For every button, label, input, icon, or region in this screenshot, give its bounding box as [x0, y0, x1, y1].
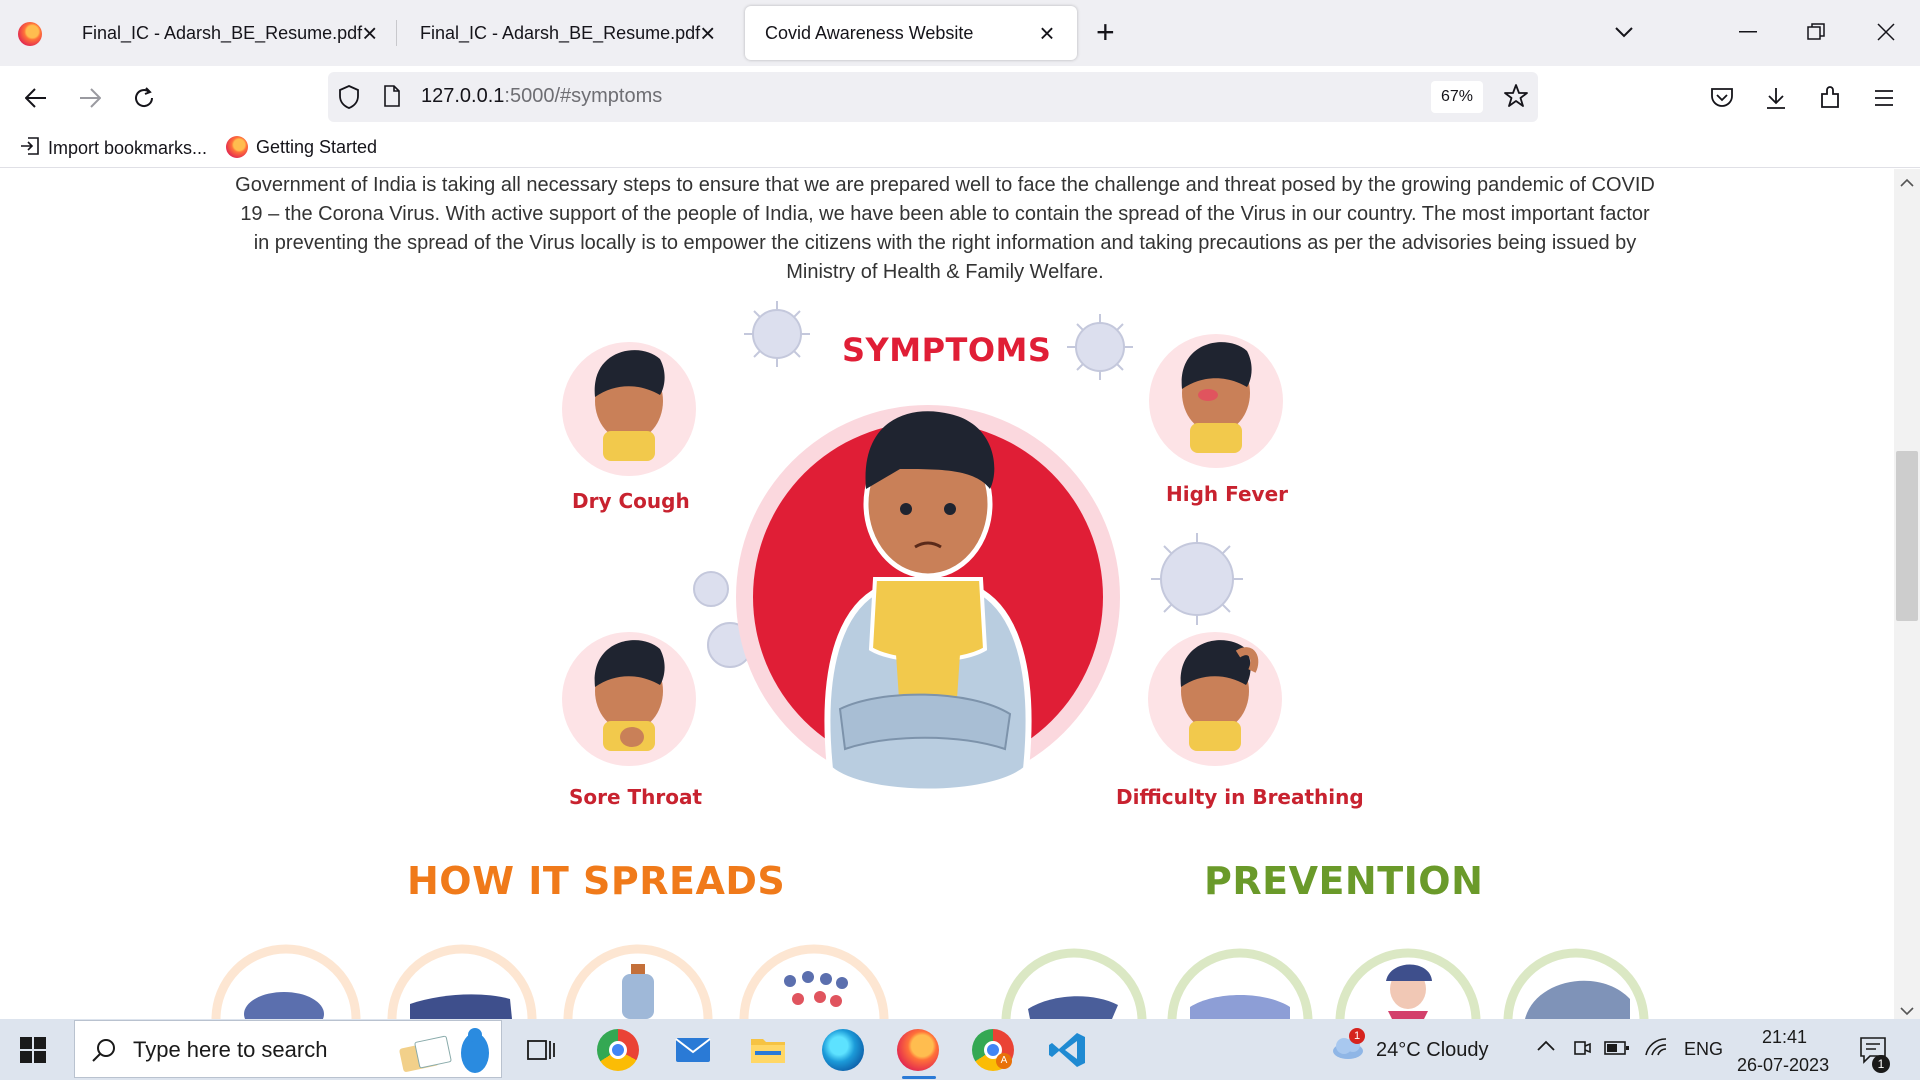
window-close-icon[interactable] — [1866, 14, 1906, 50]
symptom-label-dry-cough: Dry Cough — [572, 489, 690, 513]
chrome-profile-icon[interactable]: A — [972, 1029, 1014, 1071]
downloads-icon[interactable] — [1758, 80, 1794, 116]
difficulty-breathing-illustration — [1148, 632, 1282, 766]
how-it-spreads-heading: HOW IT SPREADS — [407, 859, 786, 903]
reload-icon[interactable] — [126, 80, 162, 116]
scroll-up-arrow-icon[interactable] — [1900, 175, 1914, 193]
wifi-icon[interactable] — [1644, 1037, 1668, 1062]
url-host: 127.0.0.1 — [421, 85, 505, 107]
close-icon[interactable]: × — [700, 20, 715, 46]
search-placeholder: Type here to search — [133, 1037, 328, 1062]
sore-throat-illustration — [562, 632, 696, 766]
tab-label: Final_IC - Adarsh_BE_Resume.pdf — [420, 22, 701, 43]
edge-icon[interactable] — [822, 1029, 864, 1071]
task-view-icon[interactable] — [520, 1029, 562, 1071]
windows-taskbar: Type here to search A 1 24°C Cloudy ENG … — [0, 1019, 1920, 1080]
battery-icon[interactable] — [1604, 1040, 1630, 1061]
restore-icon[interactable] — [1796, 14, 1836, 50]
mail-icon[interactable] — [672, 1029, 714, 1071]
import-icon — [20, 136, 40, 161]
meet-now-icon[interactable] — [1572, 1038, 1592, 1063]
clock-time[interactable]: 21:41 — [1762, 1027, 1807, 1048]
taskbar-search-box[interactable]: Type here to search — [74, 1020, 502, 1078]
zoom-level-badge[interactable]: 67% — [1431, 81, 1483, 113]
tab-label: Covid Awareness Website — [765, 22, 974, 43]
scrollbar-thumb[interactable] — [1896, 451, 1918, 621]
search-icon — [91, 1037, 117, 1068]
input-language[interactable]: ENG — [1684, 1039, 1723, 1060]
dry-cough-illustration — [562, 342, 696, 476]
prevention-illustrations — [1001, 948, 1649, 1019]
url-text[interactable]: 127.0.0.1:5000/#symptoms — [421, 85, 662, 108]
extensions-puzzle-icon[interactable] — [1812, 80, 1848, 116]
close-icon[interactable]: × — [1035, 20, 1059, 46]
symptom-label-difficulty-breathing: Difficulty in Breathing — [1116, 785, 1364, 809]
symptoms-illustration — [211, 301, 1649, 1019]
symptom-label-sore-throat: Sore Throat — [569, 785, 703, 809]
hamburger-menu-icon[interactable] — [1866, 80, 1902, 116]
navigation-toolbar: 127.0.0.1:5000/#symptoms 67% — [0, 66, 1920, 128]
symptom-label-high-fever: High Fever — [1166, 482, 1288, 506]
how-it-spreads-illustrations — [211, 944, 889, 1019]
chrome-icon[interactable] — [597, 1029, 639, 1071]
new-tab-plus-icon[interactable]: + — [1096, 16, 1115, 48]
notification-count-badge: 1 — [1872, 1055, 1890, 1073]
tab-divider — [396, 20, 397, 46]
minimize-icon[interactable] — [1728, 14, 1768, 50]
vscode-icon[interactable] — [1047, 1029, 1089, 1071]
shield-icon[interactable] — [338, 85, 360, 114]
tab-resume-2[interactable]: Final_IC - Adarsh_BE_Resume.pdf × — [400, 6, 730, 60]
close-icon[interactable]: × — [362, 20, 377, 46]
show-hidden-icons-chevron-icon[interactable] — [1536, 1039, 1556, 1058]
firefox-logo-icon[interactable] — [18, 22, 42, 46]
address-bar[interactable]: 127.0.0.1:5000/#symptoms 67% — [328, 72, 1538, 122]
web-page-content: Government of India is taking all necess… — [0, 169, 1894, 1019]
getting-started-label: Getting Started — [256, 136, 378, 157]
firefox-icon — [226, 136, 248, 158]
page-info-icon[interactable] — [383, 85, 401, 112]
forward-arrow-icon[interactable] — [72, 80, 108, 116]
clock-date[interactable]: 26-07-2023 — [1737, 1055, 1829, 1076]
firefox-taskbar-icon[interactable] — [897, 1029, 939, 1071]
back-arrow-icon[interactable] — [18, 80, 54, 116]
prevention-heading: PREVENTION — [1204, 859, 1484, 903]
central-sick-person-illustration — [736, 405, 1120, 795]
bookmark-star-icon[interactable] — [1503, 83, 1529, 114]
windows-start-icon[interactable] — [20, 1037, 46, 1063]
list-all-tabs-chevron-icon[interactable] — [1604, 14, 1644, 50]
bookmarks-toolbar: Import bookmarks... Getting Started — [0, 128, 1920, 168]
weather-badge: 1 — [1349, 1028, 1365, 1044]
tab-bar: Final_IC - Adarsh_BE_Resume.pdf × Final_… — [0, 0, 1920, 66]
active-app-indicator — [902, 1076, 936, 1079]
import-bookmarks-label: Import bookmarks... — [48, 138, 208, 158]
weather-text[interactable]: 24°C Cloudy — [1376, 1039, 1489, 1062]
import-bookmarks-item[interactable]: Import bookmarks... — [20, 136, 207, 161]
tab-label: Final_IC - Adarsh_BE_Resume.pdf — [82, 22, 363, 43]
search-highlight-illustration-icon — [387, 1025, 497, 1080]
page-scrollbar[interactable] — [1894, 169, 1920, 1019]
high-fever-illustration — [1149, 334, 1283, 468]
tab-resume-1[interactable]: Final_IC - Adarsh_BE_Resume.pdf × — [62, 6, 392, 60]
url-path: :5000/#symptoms — [504, 85, 663, 107]
getting-started-bookmark[interactable]: Getting Started — [226, 136, 377, 158]
file-explorer-icon[interactable] — [747, 1029, 789, 1071]
pocket-icon[interactable] — [1704, 80, 1740, 116]
tab-covid-awareness[interactable]: Covid Awareness Website × — [745, 6, 1077, 60]
